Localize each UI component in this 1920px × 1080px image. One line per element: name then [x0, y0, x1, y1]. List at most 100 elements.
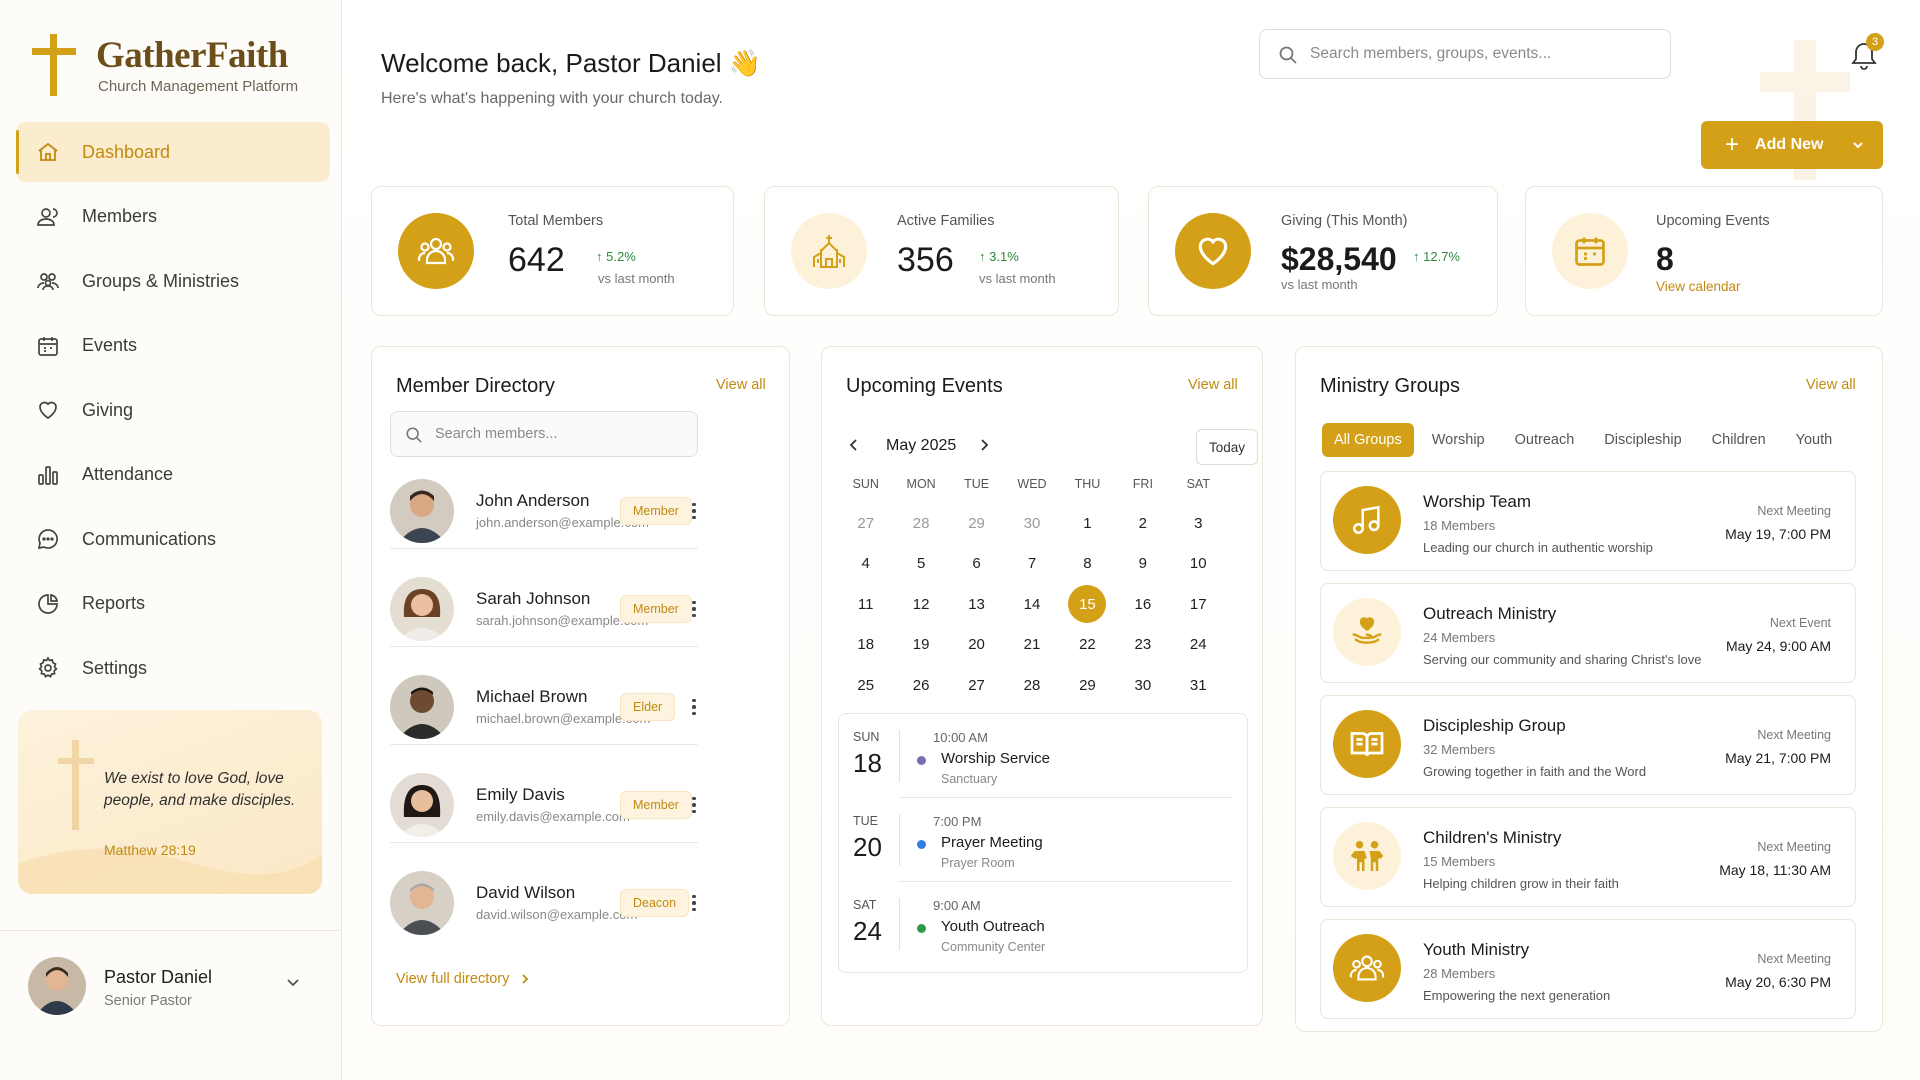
- stat-card-upcoming-events[interactable]: Upcoming Events 8 View calendar: [1525, 186, 1883, 316]
- ministry-group-card[interactable]: Worship Team 18 Members Leading our chur…: [1320, 471, 1856, 571]
- calendar-day[interactable]: 19: [893, 625, 948, 666]
- calendar-day[interactable]: 14: [1004, 584, 1059, 625]
- calendar-day[interactable]: 13: [949, 584, 1004, 625]
- sidebar-item-label: Attendance: [82, 464, 174, 484]
- calendar-day[interactable]: 22: [1060, 625, 1115, 666]
- calendar-day[interactable]: 28: [893, 503, 948, 544]
- calendar-day[interactable]: 7: [1004, 544, 1059, 585]
- group-filter-tabs: All Groups Worship Outreach Discipleship…: [1322, 423, 1850, 457]
- calendar-day[interactable]: 10: [1171, 544, 1226, 585]
- list-item[interactable]: Sarah Johnson sarah.johnson@example.com …: [390, 569, 698, 647]
- today-button[interactable]: Today: [1196, 429, 1258, 465]
- sidebar-item-reports[interactable]: Reports: [16, 574, 330, 634]
- event-time: 10:00 AM: [933, 730, 988, 745]
- chevron-left-icon[interactable]: [846, 437, 862, 453]
- sidebar-item-giving[interactable]: Giving: [16, 380, 330, 440]
- role-badge: Member: [620, 595, 692, 623]
- calendar-day[interactable]: 31: [1171, 665, 1226, 706]
- sidebar-item-communications[interactable]: Communications: [16, 509, 330, 569]
- search-input[interactable]: [1310, 30, 1660, 78]
- calendar-day[interactable]: 29: [1060, 665, 1115, 706]
- ministry-group-card[interactable]: Outreach Ministry 24 Members Serving our…: [1320, 583, 1856, 683]
- event-item[interactable]: TUE 20 7:00 PM Prayer Meeting Prayer Roo…: [839, 798, 1249, 882]
- sidebar-item-settings[interactable]: Settings: [16, 638, 330, 698]
- tab-children[interactable]: Children: [1700, 423, 1778, 457]
- sidebar-item-dashboard[interactable]: Dashboard: [16, 122, 330, 182]
- tab-all-groups[interactable]: All Groups: [1322, 423, 1414, 457]
- tab-youth[interactable]: Youth: [1784, 423, 1845, 457]
- sidebar-item-members[interactable]: Members: [16, 187, 330, 247]
- calendar-day[interactable]: 1: [1060, 503, 1115, 544]
- brand-logo[interactable]: GatherFaith Church Management Platform: [32, 30, 332, 100]
- calendar-day[interactable]: 27: [949, 665, 1004, 706]
- calendar-day-selected[interactable]: 15: [1060, 584, 1115, 625]
- sidebar-item-events[interactable]: Events: [16, 316, 330, 376]
- tab-worship[interactable]: Worship: [1420, 423, 1497, 457]
- music-icon: [1333, 486, 1401, 554]
- event-item[interactable]: SUN 18 10:00 AM Worship Service Sanctuar…: [839, 714, 1249, 798]
- member-search[interactable]: [390, 411, 698, 457]
- stat-card-giving[interactable]: Giving (This Month) $28,540 ↑ 12.7% vs l…: [1148, 186, 1498, 316]
- calendar-day[interactable]: 2: [1115, 503, 1170, 544]
- calendar-day[interactable]: 28: [1004, 665, 1059, 706]
- chat-icon: [34, 525, 62, 553]
- stat-card-total-members[interactable]: Total Members 642 ↑ 5.2% vs last month: [371, 186, 734, 316]
- calendar-day[interactable]: 30: [1115, 665, 1170, 706]
- ministry-group-card[interactable]: Children's Ministry 15 Members Helping c…: [1320, 807, 1856, 907]
- calendar-day[interactable]: 21: [1004, 625, 1059, 666]
- calendar-day[interactable]: 8: [1060, 544, 1115, 585]
- mission-verse-card: We exist to love God, love people, and m…: [18, 710, 322, 894]
- calendar-day[interactable]: 29: [949, 503, 1004, 544]
- more-options-icon[interactable]: [688, 791, 700, 819]
- avatar: [390, 871, 454, 935]
- calendar-day[interactable]: 23: [1115, 625, 1170, 666]
- calendar-day[interactable]: 30: [1004, 503, 1059, 544]
- ministry-group-card[interactable]: Discipleship Group 32 Members Growing to…: [1320, 695, 1856, 795]
- list-item[interactable]: John Anderson john.anderson@example.com …: [390, 471, 698, 549]
- calendar-day[interactable]: 3: [1171, 503, 1226, 544]
- calendar-day[interactable]: 17: [1171, 584, 1226, 625]
- chevron-right-icon[interactable]: [976, 437, 992, 453]
- calendar-day[interactable]: 25: [838, 665, 893, 706]
- calendar-day[interactable]: 4: [838, 544, 893, 585]
- calendar-day[interactable]: 20: [949, 625, 1004, 666]
- group-members: 18 Members: [1423, 518, 1496, 533]
- calendar-day[interactable]: 18: [838, 625, 893, 666]
- stat-card-active-families[interactable]: Active Families 356 ↑ 3.1% vs last month: [764, 186, 1119, 316]
- calendar-day[interactable]: 12: [893, 584, 948, 625]
- sidebar-item-groups[interactable]: Groups & Ministries: [16, 251, 330, 311]
- member-search-input[interactable]: [435, 412, 685, 456]
- calendar-day[interactable]: 24: [1171, 625, 1226, 666]
- calendar-day[interactable]: 27: [838, 503, 893, 544]
- view-all-link[interactable]: View all: [716, 377, 766, 393]
- view-full-directory-link[interactable]: View full directory: [396, 971, 531, 987]
- view-all-link[interactable]: View all: [1806, 377, 1856, 393]
- more-options-icon[interactable]: [688, 497, 700, 525]
- view-calendar-link[interactable]: View calendar: [1656, 279, 1741, 294]
- list-item[interactable]: Michael Brown michael.brown@example.com …: [390, 667, 698, 745]
- sidebar-item-attendance[interactable]: Attendance: [16, 445, 330, 505]
- calendar-day[interactable]: 16: [1115, 584, 1170, 625]
- calendar-day[interactable]: 9: [1115, 544, 1170, 585]
- global-search[interactable]: [1259, 29, 1671, 79]
- ministry-groups-panel: Ministry Groups View all All Groups Wors…: [1295, 346, 1883, 1032]
- more-options-icon[interactable]: [688, 595, 700, 623]
- user-profile[interactable]: Pastor Daniel Senior Pastor: [0, 930, 342, 1080]
- calendar-day[interactable]: 26: [893, 665, 948, 706]
- panel-title: Ministry Groups: [1320, 375, 1461, 397]
- list-item[interactable]: Emily Davis emily.davis@example.com Memb…: [390, 765, 698, 843]
- event-item[interactable]: SAT 24 9:00 AM Youth Outreach Community …: [839, 882, 1249, 966]
- calendar-day[interactable]: 5: [893, 544, 948, 585]
- ministry-group-card[interactable]: Youth Ministry 28 Members Empowering the…: [1320, 919, 1856, 1019]
- list-item[interactable]: David Wilson david.wilson@example.com De…: [390, 863, 698, 941]
- add-new-button[interactable]: + Add New: [1701, 121, 1883, 169]
- view-all-link[interactable]: View all: [1188, 377, 1238, 393]
- more-options-icon[interactable]: [688, 693, 700, 721]
- more-options-icon[interactable]: [688, 889, 700, 917]
- tab-discipleship[interactable]: Discipleship: [1592, 423, 1693, 457]
- tab-outreach[interactable]: Outreach: [1503, 423, 1587, 457]
- calendar-day[interactable]: 11: [838, 584, 893, 625]
- chevron-right-icon: [522, 974, 529, 984]
- chevron-down-icon[interactable]: [284, 973, 302, 991]
- calendar-day[interactable]: 6: [949, 544, 1004, 585]
